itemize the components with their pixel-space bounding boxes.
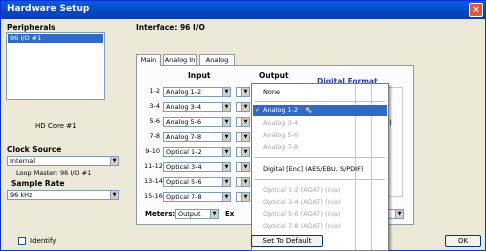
ext-label: Ex bbox=[225, 210, 235, 218]
meters-value: Output bbox=[178, 210, 201, 218]
interface-label: Interface: 96 I/O bbox=[136, 23, 205, 32]
chevron-down-icon: ▼ bbox=[241, 178, 249, 186]
input-select-value: Analog 5-6 bbox=[166, 118, 202, 126]
output-select[interactable]: ▼ bbox=[236, 87, 250, 97]
input-select-value: Analog 3-4 bbox=[166, 103, 202, 111]
loop-master-label: Loop Master: 96 I/O #1 bbox=[16, 169, 92, 177]
menu-item-label: Analog 1-2 bbox=[263, 106, 299, 114]
input-select[interactable]: Optical 7-8 ▼ bbox=[163, 192, 231, 202]
hardware-setup-window: Hardware Setup × Peripherals 96 I/O #1 H… bbox=[0, 0, 486, 251]
checkmark-icon: ✓ bbox=[255, 106, 261, 114]
channel-label: 13-14 bbox=[144, 177, 163, 185]
input-header: Input bbox=[188, 71, 211, 80]
input-select[interactable]: Optical 5-6 ▼ bbox=[163, 177, 231, 187]
cursor-pointer-icon: ⇖ bbox=[305, 106, 313, 116]
chevron-down-icon: ▼ bbox=[222, 193, 230, 201]
chevron-down-icon: ▼ bbox=[110, 191, 118, 199]
menu-separator bbox=[255, 101, 385, 102]
output-select[interactable]: ▼ bbox=[236, 192, 250, 202]
channel-label: 9-10 bbox=[145, 147, 160, 155]
clock-source-select[interactable]: Internal ▼ bbox=[7, 156, 119, 166]
window-title: Hardware Setup bbox=[7, 4, 90, 14]
output-select[interactable]: ▼ bbox=[236, 177, 250, 187]
menu-item-digital[interactable]: Digital [Enc] (AES/EBU, S/PDIF) bbox=[253, 164, 387, 175]
input-select-value: Optical 5-6 bbox=[166, 178, 202, 186]
chevron-down-icon: ▼ bbox=[241, 133, 249, 141]
ok-button[interactable]: OK bbox=[445, 235, 481, 247]
peripherals-title: Peripherals bbox=[7, 23, 56, 32]
sample-rate-value: 96 kHz bbox=[10, 191, 33, 199]
channel-label: 7-8 bbox=[149, 132, 160, 140]
input-select[interactable]: Analog 3-4 ▼ bbox=[163, 102, 231, 112]
channel-label: 15-16 bbox=[144, 192, 163, 200]
tab-main[interactable]: Main bbox=[136, 54, 161, 66]
title-bar: Hardware Setup × bbox=[1, 1, 485, 19]
chevron-down-icon: ▼ bbox=[241, 163, 249, 171]
input-select[interactable]: Analog 7-8 ▼ bbox=[163, 132, 231, 142]
menu-item-analog-7-8: Analog 7-8 bbox=[263, 143, 299, 151]
menu-item-analog-3-4: Analog 3-4 bbox=[263, 119, 299, 127]
output-dropdown-menu[interactable]: None ✓ Analog 1-2 ⇖ Analog 3-4 Analog 5-… bbox=[251, 83, 389, 251]
core-label: HD Core #1 bbox=[35, 122, 77, 130]
input-select-value: Analog 7-8 bbox=[166, 133, 202, 141]
chevron-down-icon: ▼ bbox=[241, 118, 249, 126]
clock-source-title: Clock Source bbox=[7, 145, 62, 154]
menu-item-optical-5-6: Optical 5-6 (ADAT) (n/a) bbox=[263, 210, 341, 218]
identify-checkbox[interactable] bbox=[18, 237, 26, 245]
channel-label: 3-4 bbox=[149, 102, 160, 110]
channel-label: 11-12 bbox=[144, 162, 163, 170]
menu-item-analog-1-2[interactable]: ✓ Analog 1-2 ⇖ bbox=[253, 105, 387, 116]
chevron-down-icon: ▼ bbox=[222, 118, 230, 126]
input-select[interactable]: Optical 3-4 ▼ bbox=[163, 162, 231, 172]
chevron-down-icon: ▼ bbox=[110, 157, 118, 165]
chevron-down-icon: ▼ bbox=[395, 210, 403, 218]
meters-select[interactable]: Output ▼ bbox=[175, 209, 219, 219]
chevron-down-icon: ▼ bbox=[222, 103, 230, 111]
clock-source-value: Internal bbox=[10, 157, 36, 165]
close-button[interactable]: × bbox=[469, 3, 483, 17]
menu-item-optical-1-2: Optical 1-2 (ADAT) (n/a) bbox=[263, 186, 341, 194]
menu-item-analog-5-6: Analog 5-6 bbox=[263, 131, 299, 139]
chevron-down-icon: ▼ bbox=[222, 88, 230, 96]
menu-separator bbox=[255, 157, 385, 158]
chevron-down-icon: ▼ bbox=[222, 148, 230, 156]
input-select-value: Optical 3-4 bbox=[166, 163, 202, 171]
chevron-down-icon: ▼ bbox=[241, 193, 249, 201]
chevron-down-icon: ▼ bbox=[222, 163, 230, 171]
menu-item-optical-7-8: Optical 7-8 (ADAT) (n/a) bbox=[263, 222, 341, 230]
peripherals-list[interactable]: 96 I/O #1 bbox=[6, 32, 105, 100]
output-select[interactable]: ▼ bbox=[236, 132, 250, 142]
menu-item-optical-3-4: Optical 3-4 (ADAT) (n/a) bbox=[263, 198, 341, 206]
input-select-value: Optical 1-2 bbox=[166, 148, 202, 156]
channel-label: 1-2 bbox=[149, 87, 160, 95]
sample-rate-title: Sample Rate bbox=[11, 179, 65, 188]
input-select-value: Analog 1-2 bbox=[166, 88, 202, 96]
chevron-down-icon: ▼ bbox=[241, 103, 249, 111]
menu-separator bbox=[255, 179, 385, 180]
set-to-default-button[interactable]: Set To Default bbox=[251, 235, 323, 247]
input-select[interactable]: Analog 5-6 ▼ bbox=[163, 117, 231, 127]
output-header: Output bbox=[259, 71, 289, 80]
chevron-down-icon: ▼ bbox=[222, 133, 230, 141]
peripheral-item[interactable]: 96 I/O #1 bbox=[8, 34, 103, 43]
tab-analog-out[interactable]: Analog Out bbox=[199, 54, 235, 74]
menu-item-none[interactable]: None bbox=[253, 87, 387, 98]
output-select[interactable]: ▼ bbox=[236, 162, 250, 172]
output-select[interactable]: ▼ bbox=[236, 117, 250, 127]
output-select[interactable]: ▼ bbox=[236, 147, 250, 157]
chevron-down-icon: ▼ bbox=[222, 178, 230, 186]
tab-analog-in[interactable]: Analog In bbox=[163, 54, 197, 65]
input-select-value: Optical 7-8 bbox=[166, 193, 202, 201]
channel-label: 5-6 bbox=[149, 117, 160, 125]
input-select[interactable]: Analog 1-2 ▼ bbox=[163, 87, 231, 97]
chevron-down-icon: ▼ bbox=[241, 148, 249, 156]
chevron-down-icon: ▼ bbox=[241, 88, 249, 96]
output-select[interactable]: ▼ bbox=[236, 102, 250, 112]
input-select[interactable]: Optical 1-2 ▼ bbox=[163, 147, 231, 157]
sample-rate-select[interactable]: 96 kHz ▼ bbox=[7, 190, 119, 200]
chevron-down-icon: ▼ bbox=[210, 210, 218, 218]
identify-label: Identify bbox=[30, 237, 57, 245]
meters-label: Meters: bbox=[145, 210, 176, 218]
